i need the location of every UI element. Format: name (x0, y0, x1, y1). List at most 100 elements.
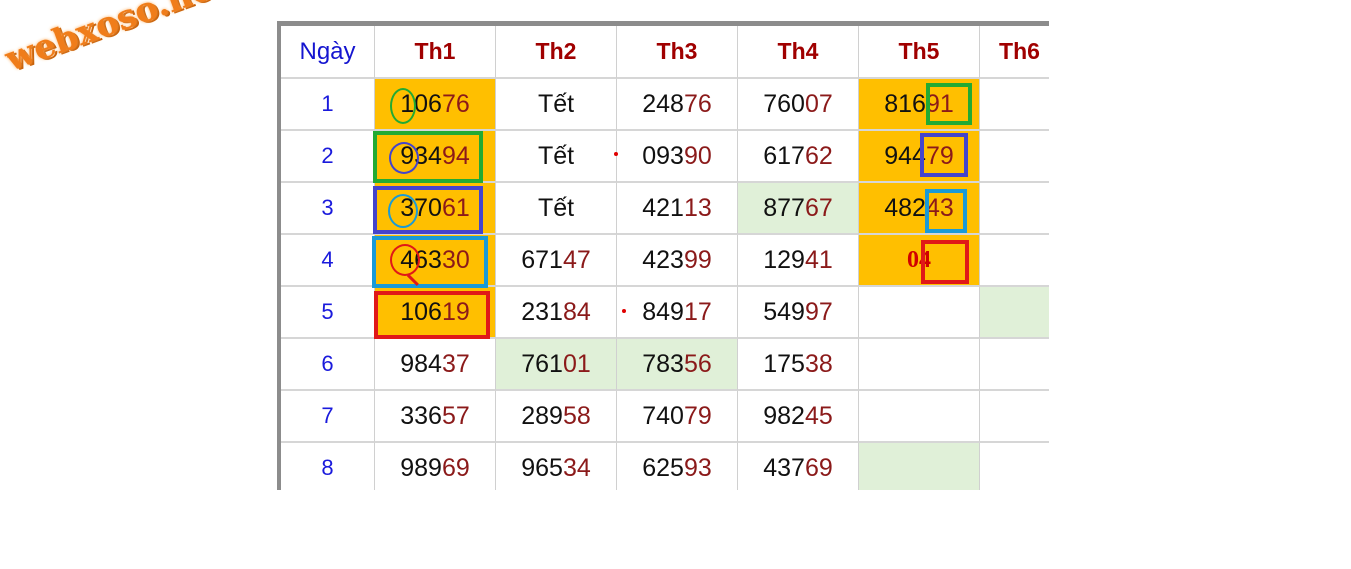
day-cell: 3 (281, 183, 375, 235)
result-cell: 336 57 (375, 391, 496, 443)
result-last-two-digits: 61 (441, 193, 470, 222)
header-th4: Th4 (738, 26, 859, 79)
result-prefix: 106 (400, 297, 442, 326)
result-prefix: 437 (763, 453, 805, 482)
result-last-two-digits: 17 (683, 297, 712, 326)
result-last-two-digits: 38 (804, 349, 833, 378)
result-cell: 982 45 (738, 391, 859, 443)
result-prefix: 129 (763, 245, 805, 274)
result-last-two-digits: 01 (562, 349, 591, 378)
result-last-two-digits: 79 (925, 141, 954, 170)
result-cell (980, 391, 1049, 443)
result-prefix: 617 (763, 141, 805, 170)
result-cell: 463 30 (375, 235, 496, 287)
result-cell (980, 235, 1049, 287)
result-cell: 617 62 (738, 131, 859, 183)
table-header-row: Ngày Th1 Th2 Th3 Th4 Th5 Th6 (281, 26, 1049, 79)
result-cell: 849 17 (617, 287, 738, 339)
result-prefix: 093 (642, 141, 684, 170)
day-cell: 1 (281, 79, 375, 131)
result-last-two-digits: 34 (562, 453, 591, 482)
result-cell (980, 131, 1049, 183)
result-prefix: 989 (400, 453, 442, 482)
result-cell: 816 91 (859, 79, 980, 131)
result-last-two-digits: 43 (925, 193, 954, 222)
result-last-two-digits: 79 (683, 401, 712, 430)
result-cell: 549 97 (738, 287, 859, 339)
result-cell: 671 47 (496, 235, 617, 287)
result-prefix: 231 (521, 297, 563, 326)
result-cell (980, 79, 1049, 131)
result-last-two-digits: 93 (683, 453, 712, 482)
result-last-two-digits: 99 (683, 245, 712, 274)
result-last-two-digits: 13 (683, 193, 712, 222)
result-cell (859, 287, 980, 339)
result-last-two-digits: 76 (441, 89, 470, 118)
result-cell: 248 76 (617, 79, 738, 131)
result-prefix: 423 (642, 245, 684, 274)
result-prefix: 336 (400, 401, 442, 430)
result-cell: Tết (496, 183, 617, 235)
result-cell (980, 183, 1049, 235)
result-cell: 370 61 (375, 183, 496, 235)
result-prefix: 761 (521, 349, 563, 378)
result-cell: 289 58 (496, 391, 617, 443)
result-prefix: Tết (537, 193, 575, 222)
result-prefix: 783 (642, 349, 684, 378)
result-last-two-digits: 84 (562, 297, 591, 326)
result-last-two-digits: 47 (562, 245, 591, 274)
result-last-two-digits: 57 (441, 401, 470, 430)
result-cell (859, 443, 980, 490)
result-cell: 04 (859, 235, 980, 287)
result-prefix: 421 (642, 193, 684, 222)
result-prefix: 760 (763, 89, 805, 118)
result-prefix: 982 (763, 401, 805, 430)
header-th3: Th3 (617, 26, 738, 79)
result-cell: 989 69 (375, 443, 496, 490)
header-th6: Th6 (980, 26, 1049, 79)
result-prefix: 482 (884, 193, 926, 222)
result-cell (980, 443, 1049, 490)
result-cell: 106 19 (375, 287, 496, 339)
header-th5: Th5 (859, 26, 980, 79)
result-last-two-digits: 56 (683, 349, 712, 378)
result-prefix: Tết (537, 89, 575, 118)
result-last-two-digits: 30 (441, 245, 470, 274)
result-cell: 934 94 (375, 131, 496, 183)
day-cell: 2 (281, 131, 375, 183)
result-cell: 984 37 (375, 339, 496, 391)
result-last-two-digits: 91 (925, 89, 954, 118)
day-cell: 7 (281, 391, 375, 443)
result-prefix: 671 (521, 245, 563, 274)
result-prefix: 106 (400, 89, 442, 118)
result-last-two-digits: 97 (804, 297, 833, 326)
site-logo: webxoso.net (0, 0, 233, 80)
result-cell (980, 339, 1049, 391)
result-cell: Tết (496, 131, 617, 183)
result-cell: 093 90 (617, 131, 738, 183)
result-cell: 421 13 (617, 183, 738, 235)
result-cell (980, 287, 1049, 339)
result-cell: 437 69 (738, 443, 859, 490)
result-prefix: 944 (884, 141, 926, 170)
day-cell: 5 (281, 287, 375, 339)
result-prefix: 463 (400, 245, 442, 274)
annotation-dot (614, 152, 618, 156)
result-prefix: 625 (642, 453, 684, 482)
result-prefix: 740 (642, 401, 684, 430)
result-prefix: 965 (521, 453, 563, 482)
result-last-two-digits: 90 (683, 141, 712, 170)
result-cell: 423 99 (617, 235, 738, 287)
header-th1: Th1 (375, 26, 496, 79)
result-cell: 625 93 (617, 443, 738, 490)
header-th2: Th2 (496, 26, 617, 79)
result-prefix: 849 (642, 297, 684, 326)
day-cell: 8 (281, 443, 375, 490)
result-last-two-digits: 69 (804, 453, 833, 482)
result-last-two-digits: 67 (804, 193, 833, 222)
result-last-two-digits: 19 (441, 297, 470, 326)
day-cell: 4 (281, 235, 375, 287)
result-cell: 129 41 (738, 235, 859, 287)
result-last-two-digits: 45 (804, 401, 833, 430)
result-last-two-digits: 07 (804, 89, 833, 118)
